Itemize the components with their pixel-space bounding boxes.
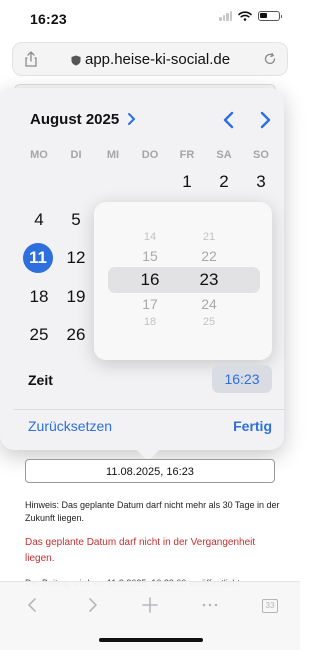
time-label: Zeit (28, 372, 53, 388)
forward-icon[interactable] (83, 596, 101, 614)
weekday-sa: SA (216, 149, 232, 161)
wheel-hour-selected[interactable]: 16 (130, 270, 170, 290)
reset-button[interactable]: Zurücksetzen (28, 418, 112, 434)
lock-icon (71, 55, 81, 66)
back-icon[interactable] (24, 596, 42, 614)
day-2[interactable]: 2 (209, 167, 239, 197)
month-title[interactable]: August 2025 (30, 111, 119, 128)
more-icon[interactable] (201, 596, 219, 614)
wheel-hour[interactable]: 14 (130, 231, 170, 243)
wheel-minute[interactable]: 25 (189, 316, 229, 328)
wheel-minute-selected[interactable]: 23 (189, 270, 229, 290)
weekday-do: DO (141, 149, 159, 161)
battery-icon (258, 11, 282, 21)
tabs-count-icon[interactable]: 33 (262, 599, 278, 613)
wheel-minute[interactable]: 24 (189, 296, 229, 312)
day-25[interactable]: 25 (24, 320, 54, 350)
status-icons (219, 11, 282, 21)
wheel-hour[interactable]: 15 (130, 248, 170, 264)
home-indicator (99, 638, 203, 642)
weekday-mi: MI (106, 149, 120, 161)
url-text[interactable]: app.heise-ki-social.de (85, 51, 230, 68)
day-19[interactable]: 19 (61, 282, 91, 312)
weekday-so: SO (253, 149, 269, 161)
signal-icon (219, 11, 232, 21)
weekday-fr: FR (179, 149, 195, 161)
address-bar[interactable]: app.heise-ki-social.de (12, 42, 288, 76)
wheel-minute[interactable]: 22 (189, 248, 229, 264)
day-12[interactable]: 12 (61, 243, 91, 273)
day-5[interactable]: 5 (61, 205, 91, 235)
wifi-icon (238, 11, 252, 21)
day-4[interactable]: 4 (24, 205, 54, 235)
wheel-minute[interactable]: 21 (189, 231, 229, 243)
day-18[interactable]: 18 (24, 282, 54, 312)
picker-divider (14, 409, 284, 410)
wheel-hour[interactable]: 17 (130, 296, 170, 312)
day-11-selected[interactable]: 11 (23, 243, 53, 273)
day-3[interactable]: 3 (246, 167, 276, 197)
weekday-di: DI (70, 149, 82, 161)
reload-icon[interactable] (263, 52, 277, 66)
day-26[interactable]: 26 (61, 320, 91, 350)
error-message: Das geplante Datum darf nicht in der Ver… (25, 537, 256, 564)
weekday-mo: MO (30, 149, 48, 161)
next-month-button[interactable] (256, 110, 274, 130)
chevron-right-icon[interactable] (126, 112, 136, 126)
share-icon[interactable] (23, 51, 39, 67)
day-1[interactable]: 1 (172, 167, 202, 197)
scheduled-date-input[interactable]: 11.08.2025, 16:23 (25, 459, 275, 483)
previous-month-button[interactable] (220, 110, 238, 130)
hint-text: Hinweis: Das geplante Datum darf nicht m… (25, 500, 280, 523)
status-time: 16:23 (30, 11, 67, 27)
new-tab-icon[interactable] (141, 596, 159, 614)
time-value-button[interactable]: 16:23 (212, 365, 272, 393)
wheel-hour[interactable]: 18 (130, 316, 170, 328)
done-button[interactable]: Fertig (233, 418, 272, 434)
